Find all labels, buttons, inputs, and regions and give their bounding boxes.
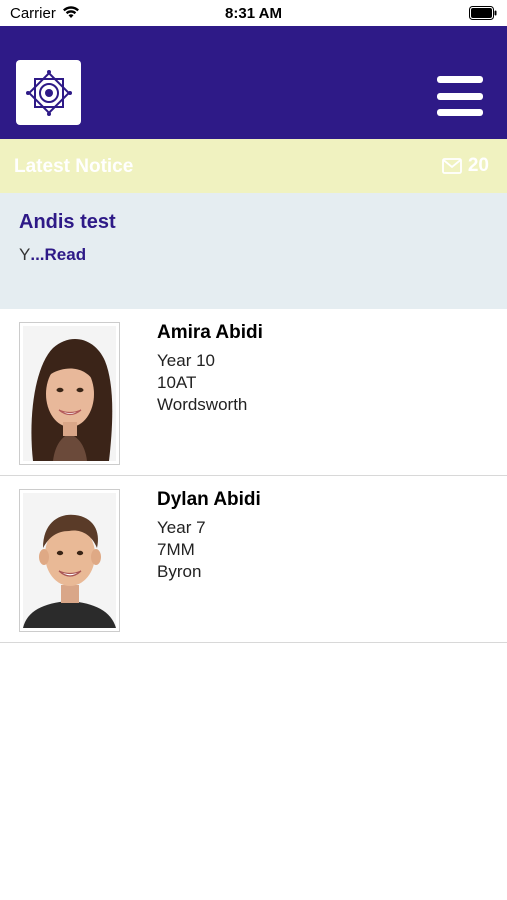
mail-icon bbox=[441, 158, 462, 174]
status-time: 8:31 AM bbox=[225, 5, 282, 22]
student-photo bbox=[19, 489, 120, 632]
notice-count-badge: 20 bbox=[441, 155, 489, 177]
student-list: Amira Abidi Year 10 10AT Wordsworth Dyla… bbox=[0, 309, 507, 643]
student-name: Amira Abidi bbox=[157, 322, 263, 343]
student-year: Year 10 bbox=[157, 351, 215, 370]
hamburger-menu-icon[interactable] bbox=[437, 76, 483, 116]
student-house: Byron bbox=[157, 562, 202, 581]
notice-body: Y...Read bbox=[19, 245, 86, 265]
student-year: Year 7 bbox=[157, 518, 206, 537]
notice-count: 20 bbox=[467, 155, 489, 176]
student-card[interactable]: Dylan Abidi Year 7 7MM Byron bbox=[0, 476, 507, 643]
app-header bbox=[0, 26, 507, 139]
latest-notice-title: Latest Notice bbox=[14, 156, 134, 177]
latest-notice-bar[interactable]: Latest Notice 20 bbox=[0, 139, 507, 193]
battery-icon bbox=[469, 6, 497, 20]
student-photo bbox=[19, 322, 120, 465]
student-house: Wordsworth bbox=[157, 395, 248, 414]
status-bar: Carrier 8:31 AM bbox=[0, 0, 507, 26]
student-form: 10AT bbox=[157, 373, 197, 392]
school-crest-icon[interactable] bbox=[16, 60, 81, 125]
notice-body-text: Y bbox=[19, 245, 31, 264]
student-name: Dylan Abidi bbox=[157, 489, 261, 510]
student-form: 7MM bbox=[157, 540, 195, 559]
notice-heading: Andis test bbox=[19, 211, 116, 233]
read-more-link[interactable]: ...Read bbox=[30, 245, 86, 264]
notice-panel: Andis test Y...Read bbox=[0, 193, 507, 309]
student-card[interactable]: Amira Abidi Year 10 10AT Wordsworth bbox=[0, 309, 507, 476]
